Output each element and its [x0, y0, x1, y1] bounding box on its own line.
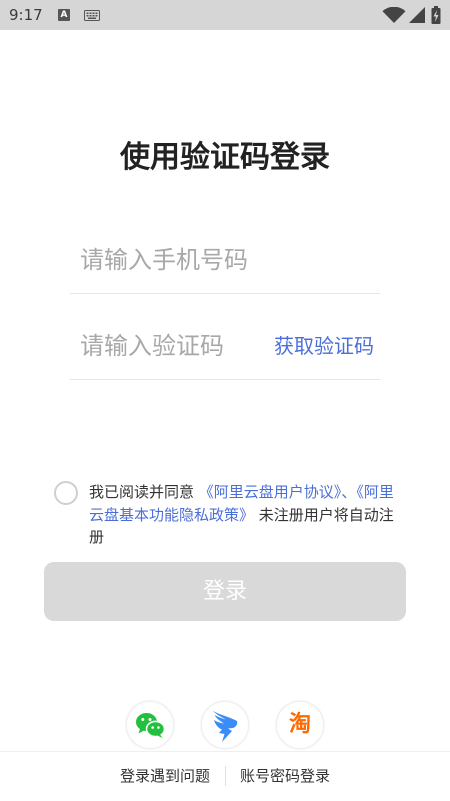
login-button[interactable]: 登录 [44, 562, 406, 621]
signal-icon [409, 7, 425, 23]
page-title: 使用验证码登录 [120, 140, 330, 175]
footer-separator [225, 766, 226, 786]
phone-field [70, 232, 380, 294]
dingtalk-icon [213, 711, 238, 742]
battery-icon [431, 6, 441, 24]
code-field: 获取验证码 [70, 318, 380, 380]
dingtalk-login-button[interactable] [201, 701, 249, 749]
status-bar: 9:17 A [0, 0, 450, 30]
taobao-icon: 淘 [288, 712, 311, 737]
user-agreement-link[interactable]: 《阿里云盘用户协议》 [199, 483, 342, 501]
phone-input[interactable] [80, 232, 370, 288]
input-method-badge-icon: A [58, 9, 70, 21]
agreement-checkbox[interactable] [54, 481, 78, 505]
wechat-login-button[interactable] [126, 701, 174, 749]
footer-divider [0, 751, 450, 752]
agreement-text: 我已阅读并同意 《阿里云盘用户协议》、《阿里云盘基本功能隐私政策》 未注册用户将… [89, 481, 399, 549]
password-login-link[interactable]: 账号密码登录 [240, 766, 330, 786]
agreement-separator: 、 [341, 483, 357, 501]
taobao-login-button[interactable]: 淘 [276, 701, 324, 749]
verification-code-input[interactable] [80, 318, 270, 374]
keyboard-icon [84, 10, 100, 21]
login-help-link[interactable]: 登录遇到问题 [120, 766, 210, 786]
wifi-icon [382, 7, 406, 23]
wechat-icon [136, 713, 166, 738]
get-code-button[interactable]: 获取验证码 [274, 318, 374, 374]
status-time: 9:17 [9, 6, 43, 24]
agreement-prefix: 我已阅读并同意 [89, 483, 199, 501]
